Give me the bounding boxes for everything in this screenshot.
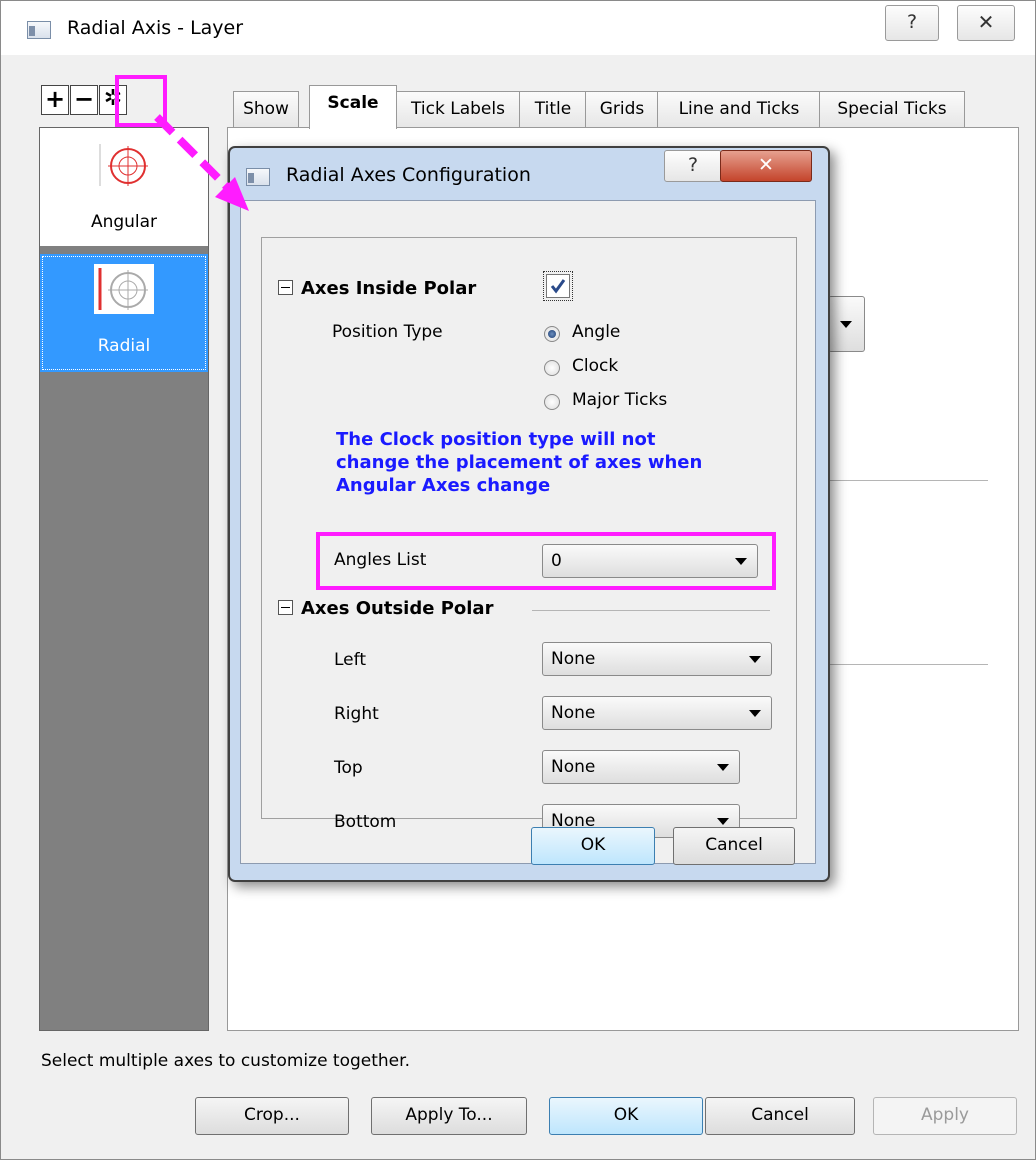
close-icon[interactable]: ✕ [720, 150, 812, 182]
tab-line-and-ticks[interactable]: Line and Ticks [657, 91, 821, 128]
top-dropdown[interactable]: None [542, 750, 740, 784]
chevron-down-icon [840, 321, 852, 328]
section-label: Axes Outside Polar [301, 598, 494, 619]
dialog-client-area: Axes Inside Polar Position Type Angle Cl… [240, 200, 816, 865]
help-icon[interactable]: ? [885, 5, 939, 41]
axis-list: Angular Radial [39, 127, 209, 1031]
chevron-down-icon [735, 558, 747, 565]
ok-button[interactable]: OK [549, 1097, 703, 1135]
left-label: Left [334, 650, 366, 670]
right-dropdown[interactable]: None [542, 696, 772, 730]
radial-axes-configuration-dialog: Radial Axes Configuration ? ✕ Axes Insid… [228, 146, 830, 882]
position-type-label: Position Type [332, 322, 443, 342]
highlight-arrow [154, 114, 249, 211]
crop-button[interactable]: Crop... [195, 1097, 349, 1135]
bottom-label: Bottom [334, 812, 397, 832]
angles-list-label: Angles List [334, 550, 427, 570]
chevron-down-icon [749, 656, 761, 663]
list-item-radial[interactable]: Radial [40, 254, 208, 372]
section-label: Axes Inside Polar [301, 278, 477, 299]
radio-angle-label: Angle [572, 322, 621, 342]
cancel-button[interactable]: Cancel [705, 1097, 855, 1135]
radio-angle[interactable] [544, 326, 560, 342]
collapse-icon[interactable] [278, 599, 293, 615]
apply-button[interactable]: Apply [873, 1097, 1017, 1135]
chevron-down-icon [749, 710, 761, 717]
close-icon[interactable]: ✕ [957, 5, 1015, 41]
collapse-icon[interactable] [278, 279, 293, 295]
radio-clock-label: Clock [572, 356, 619, 376]
tab-tick-labels[interactable]: Tick Labels [395, 91, 521, 128]
panel-combo-edge[interactable] [828, 296, 865, 352]
angles-list-value: 0 [551, 551, 562, 571]
plus-icon[interactable]: + [41, 85, 69, 115]
tab-grids[interactable]: Grids [585, 91, 659, 128]
help-icon[interactable]: ? [664, 150, 722, 182]
panel-separator [828, 480, 988, 481]
angles-list-dropdown[interactable]: 0 [542, 544, 758, 578]
dialog-title: Radial Axes Configuration [286, 164, 531, 186]
chevron-down-icon [717, 764, 729, 771]
info-line: change the placement of axes when [336, 452, 703, 473]
radial-axis-icon [94, 264, 154, 314]
chevron-down-icon [717, 818, 729, 825]
section-separator [532, 610, 770, 611]
axes-inside-polar-heading[interactable]: Axes Inside Polar [278, 278, 476, 299]
info-line: Angular Axes change [336, 475, 551, 496]
axes-inside-checkbox[interactable] [543, 271, 573, 301]
right-value: None [551, 703, 596, 723]
title-bar: Radial Axis - Layer ? ✕ [1, 1, 1035, 55]
dialog-cancel-button[interactable]: Cancel [673, 827, 795, 865]
info-text: The Clock position type will not change … [336, 428, 702, 497]
radio-clock[interactable] [544, 360, 560, 376]
apply-to-button[interactable]: Apply To... [371, 1097, 527, 1135]
settings-group: Axes Inside Polar Position Type Angle Cl… [261, 237, 797, 838]
info-line: The Clock position type will not [336, 429, 656, 450]
angular-axis-icon [99, 144, 148, 186]
list-item-label: Radial [97, 336, 151, 356]
tab-scale[interactable]: Scale [309, 85, 397, 129]
panel-separator [828, 664, 988, 665]
axes-outside-polar-heading[interactable]: Axes Outside Polar [278, 598, 493, 619]
check-icon [550, 279, 566, 294]
tab-title[interactable]: Title [519, 91, 587, 128]
window-title: Radial Axis - Layer [67, 17, 244, 39]
tab-special-ticks[interactable]: Special Ticks [819, 91, 965, 128]
dialog-ok-button[interactable]: OK [531, 827, 655, 865]
window-icon [27, 21, 51, 39]
radio-major-ticks[interactable] [544, 394, 560, 410]
left-dropdown[interactable]: None [542, 642, 772, 676]
left-value: None [551, 649, 596, 669]
right-label: Right [334, 704, 379, 724]
top-value: None [551, 757, 596, 777]
top-label: Top [334, 758, 363, 778]
status-text: Select multiple axes to customize togeth… [41, 1051, 410, 1071]
minus-icon[interactable]: − [70, 85, 98, 115]
radio-major-ticks-label: Major Ticks [572, 390, 668, 410]
